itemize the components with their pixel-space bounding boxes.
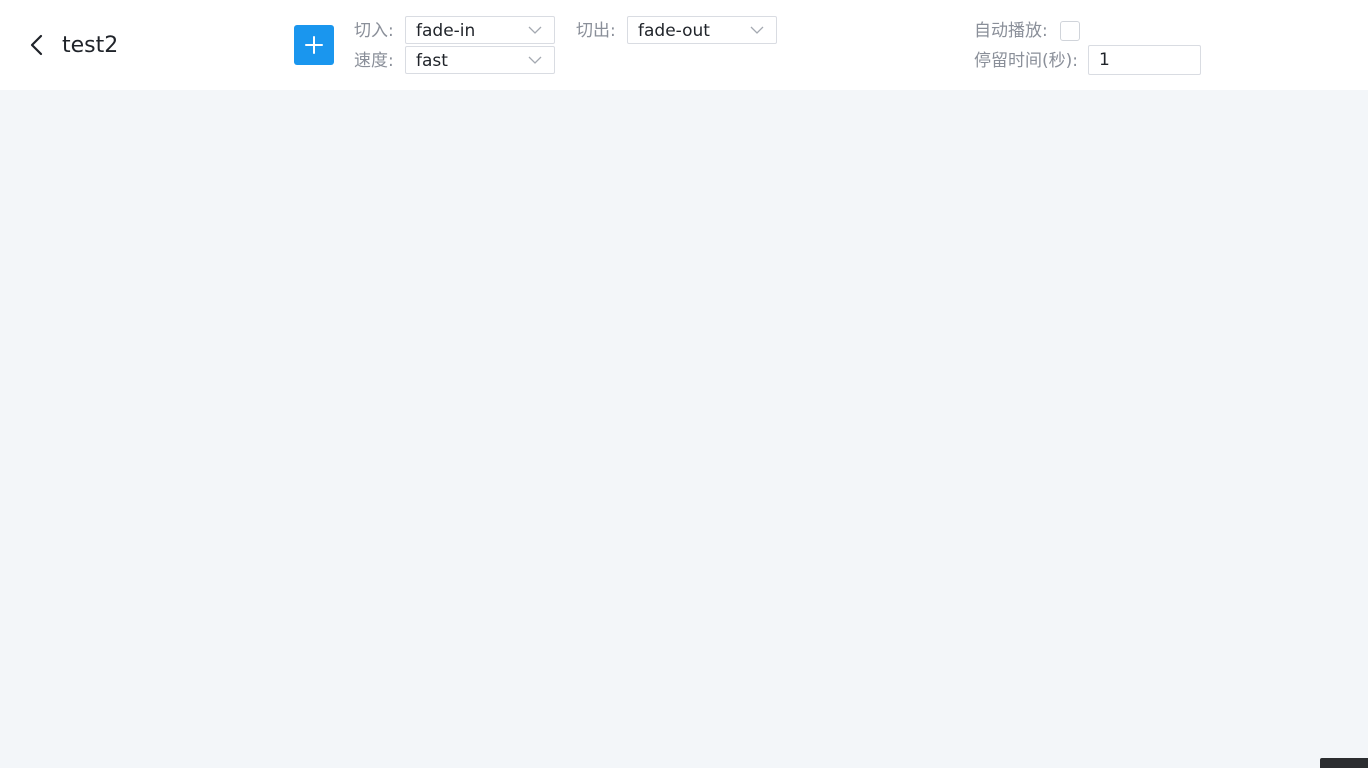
speed-label: 速度: — [354, 51, 394, 71]
speed-value: fast — [416, 51, 448, 71]
slide-canvas[interactable] — [0, 90, 1368, 768]
dwell-time-input[interactable] — [1088, 45, 1201, 75]
transition-out-label: 切出: — [576, 21, 616, 41]
chevron-down-icon — [750, 25, 764, 35]
top-toolbar: test2 切入: fade-in 速度: fast 切出: fade-out … — [0, 0, 1368, 90]
dwell-time-label: 停留时间(秒): — [974, 51, 1078, 71]
plus-icon — [294, 35, 334, 55]
chevron-left-icon — [26, 33, 48, 57]
add-button[interactable] — [294, 25, 334, 65]
transition-in-label: 切入: — [354, 21, 394, 41]
transition-out-select[interactable]: fade-out — [627, 16, 777, 44]
corner-tab — [1320, 758, 1368, 768]
transition-in-value: fade-in — [416, 21, 476, 41]
speed-select[interactable]: fast — [405, 46, 555, 74]
back-button[interactable] — [26, 33, 48, 57]
page-title: test2 — [62, 33, 119, 58]
autoplay-checkbox[interactable] — [1060, 21, 1080, 41]
transition-out-value: fade-out — [638, 21, 710, 41]
chevron-down-icon — [528, 55, 542, 65]
chevron-down-icon — [528, 25, 542, 35]
autoplay-label: 自动播放: — [974, 21, 1048, 41]
transition-in-select[interactable]: fade-in — [405, 16, 555, 44]
